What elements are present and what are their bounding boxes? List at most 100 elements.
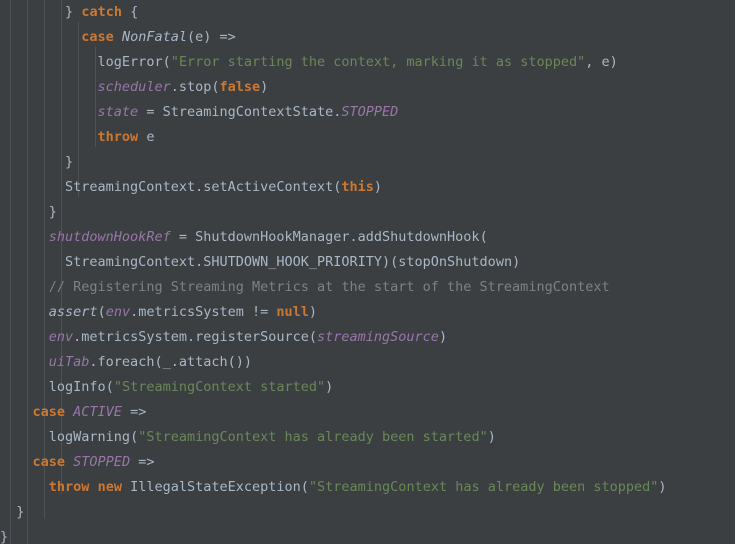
- code-token-kw: this: [341, 179, 374, 195]
- code-line[interactable]: state = StreamingContextState.STOPPED: [0, 100, 735, 125]
- code-line[interactable]: throw new IllegalStateException("Streami…: [0, 475, 735, 500]
- code-token-pln: [0, 204, 49, 220]
- code-token-pln: [65, 404, 73, 420]
- code-token-pun: ): [373, 179, 383, 195]
- code-token-pun: (: [105, 379, 114, 395]
- code-token-pln: [89, 479, 97, 495]
- code-line[interactable]: } catch {: [0, 0, 735, 25]
- code-token-pln: [0, 104, 98, 120]
- code-token-kw: false: [219, 79, 261, 95]
- code-token-pun: ): [487, 429, 496, 445]
- code-token-pln: [0, 329, 49, 345]
- code-token-cmt: // Registering Streaming Metrics at the …: [48, 279, 610, 295]
- code-token-pln: [65, 454, 73, 470]
- code-token-brc: }: [16, 504, 25, 520]
- code-line[interactable]: StreamingContext.SHUTDOWN_HOOK_PRIORITY)…: [0, 250, 735, 275]
- code-token-str: "StreamingContext has already been stopp…: [308, 479, 659, 495]
- code-token-pln: stopOnShutdown: [398, 254, 513, 270]
- code-token-pln: StreamingContext.setActiveContext: [65, 179, 334, 195]
- code-token-pun: ): [438, 329, 448, 345]
- code-content[interactable]: } catch { case NonFatal(e) => logError("…: [0, 0, 735, 544]
- code-line[interactable]: uiTab.foreach(_.attach()): [0, 350, 735, 375]
- code-token-pln: [0, 229, 49, 245]
- code-token-pln: [0, 504, 16, 520]
- code-line[interactable]: env.metricsSystem.registerSource(streami…: [0, 325, 735, 350]
- code-token-pln: logInfo: [48, 379, 106, 395]
- code-line[interactable]: case NonFatal(e) =>: [0, 25, 735, 50]
- code-line[interactable]: StreamingContext.setActiveContext(this): [0, 175, 735, 200]
- code-editor[interactable]: } catch { case NonFatal(e) => logError("…: [0, 0, 735, 544]
- code-token-kw: catch: [81, 4, 122, 20]
- code-token-pun: , e): [585, 54, 618, 70]
- code-token-fld: shutdownHookRef: [48, 229, 171, 245]
- code-line[interactable]: logError("Error starting the context, ma…: [0, 50, 735, 75]
- code-line[interactable]: }: [0, 500, 735, 525]
- code-line[interactable]: // Registering Streaming Metrics at the …: [0, 275, 735, 300]
- code-token-fld: ACTIVE: [73, 404, 122, 420]
- code-token-brc: }: [0, 529, 9, 544]
- code-token-pln: logError: [97, 54, 163, 70]
- code-line[interactable]: case STOPPED =>: [0, 450, 735, 475]
- code-token-pln: [0, 429, 49, 445]
- code-token-pun: (e) =>: [186, 29, 236, 45]
- code-token-str: "Error starting the context, marking it …: [170, 54, 586, 70]
- code-token-str: "StreamingContext started": [113, 379, 326, 395]
- code-token-pln: = StreamingContextState.: [138, 104, 342, 120]
- code-token-pun: )(: [382, 254, 399, 270]
- code-line[interactable]: case ACTIVE =>: [0, 400, 735, 425]
- code-token-pun: (: [130, 429, 139, 445]
- code-token-str: "StreamingContext has already been start…: [138, 429, 488, 445]
- code-token-pln: [0, 29, 81, 45]
- code-token-pln: [0, 454, 33, 470]
- code-token-pln: .metricsSystem.registerSource: [73, 329, 309, 345]
- code-token-fld: env: [105, 304, 131, 320]
- code-token-pun: =>: [130, 454, 155, 470]
- code-token-kw: case: [81, 29, 114, 45]
- code-token-pln: [114, 29, 122, 45]
- code-token-pun: ): [325, 379, 334, 395]
- code-line[interactable]: throw e: [0, 125, 735, 150]
- code-token-pln: [0, 304, 49, 320]
- code-token-pln: StreamingContext.SHUTDOWN_HOOK_PRIORITY: [65, 254, 383, 270]
- code-token-pln: [0, 179, 65, 195]
- code-token-brc: }: [65, 154, 74, 170]
- code-token-pun: ): [260, 79, 269, 95]
- code-token-pln: [0, 479, 49, 495]
- code-token-pln: [0, 254, 65, 270]
- code-token-pun: =>: [121, 404, 147, 420]
- code-token-pln: [0, 129, 98, 145]
- code-token-pln: [0, 404, 33, 420]
- code-line[interactable]: scheduler.stop(false): [0, 75, 735, 100]
- code-line[interactable]: logInfo("StreamingContext started"): [0, 375, 735, 400]
- code-line[interactable]: assert(env.metricsSystem != null): [0, 300, 735, 325]
- code-token-pln: e: [138, 129, 155, 145]
- code-token-pln: .foreach: [89, 354, 155, 370]
- code-token-fld: env: [48, 329, 74, 345]
- code-line[interactable]: logWarning("StreamingContext has already…: [0, 425, 735, 450]
- code-token-fld: uiTab: [48, 354, 90, 370]
- code-token-pun: (: [300, 479, 309, 495]
- code-token-pln: IllegalStateException: [121, 479, 301, 495]
- code-line[interactable]: shutdownHookRef = ShutdownHookManager.ad…: [0, 225, 735, 250]
- code-line[interactable]: }: [0, 200, 735, 225]
- code-token-pln: [0, 279, 49, 295]
- code-token-pun: (: [97, 304, 106, 320]
- code-line[interactable]: }: [0, 525, 735, 544]
- code-token-pln: [122, 4, 130, 20]
- code-token-pln: = ShutdownHookManager.addShutdownHook: [170, 229, 480, 245]
- code-token-pln: .stop: [170, 79, 212, 95]
- code-token-pln: [0, 4, 65, 20]
- code-token-pln: .metricsSystem !=: [130, 304, 277, 320]
- code-token-fld: STOPPED: [341, 104, 399, 120]
- code-token-kw: throw: [48, 479, 90, 495]
- code-token-kw: null: [276, 304, 309, 320]
- code-token-fld: scheduler: [97, 79, 171, 95]
- code-token-pln: [0, 354, 49, 370]
- code-token-pln: [0, 379, 49, 395]
- code-token-kw: case: [32, 404, 66, 420]
- code-token-pln: [0, 154, 65, 170]
- code-line[interactable]: }: [0, 150, 735, 175]
- code-token-pun: (: [162, 54, 171, 70]
- code-token-pln: [0, 79, 98, 95]
- code-token-kw: case: [32, 454, 66, 470]
